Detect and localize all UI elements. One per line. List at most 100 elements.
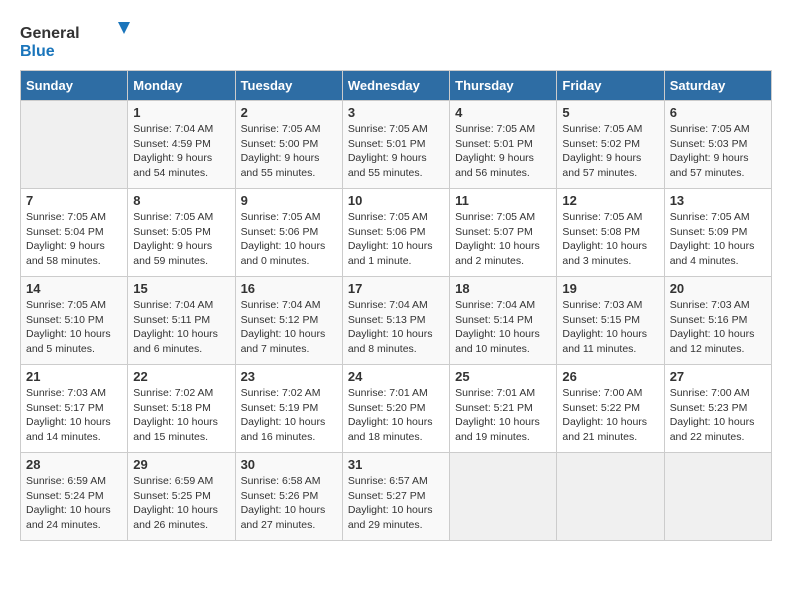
calendar-cell: 30 Sunrise: 6:58 AM Sunset: 5:26 PM Dayli…: [235, 453, 342, 541]
calendar-cell: 20 Sunrise: 7:03 AM Sunset: 5:16 PM Dayli…: [664, 277, 771, 365]
calendar-cell: [450, 453, 557, 541]
weekday-header-friday: Friday: [557, 71, 664, 101]
day-number: 17: [348, 281, 444, 296]
calendar-cell: 11 Sunrise: 7:05 AM Sunset: 5:07 PM Dayli…: [450, 189, 557, 277]
day-info: Sunrise: 7:04 AM Sunset: 5:13 PM Dayligh…: [348, 298, 444, 357]
day-number: 23: [241, 369, 337, 384]
calendar-cell: 13 Sunrise: 7:05 AM Sunset: 5:09 PM Dayli…: [664, 189, 771, 277]
weekday-header-tuesday: Tuesday: [235, 71, 342, 101]
day-number: 19: [562, 281, 658, 296]
weekday-header-wednesday: Wednesday: [342, 71, 449, 101]
calendar-cell: 25Sunrise: 7:01 AM Sunset: 5:21 PM Dayli…: [450, 365, 557, 453]
day-number: 13: [670, 193, 766, 208]
day-info: Sunrise: 7:04 AM Sunset: 5:11 PM Dayligh…: [133, 298, 229, 357]
calendar-cell: 2Sunrise: 7:05 AM Sunset: 5:00 PM Daylig…: [235, 101, 342, 189]
day-info: Sunrise: 7:04 AM Sunset: 5:14 PM Dayligh…: [455, 298, 551, 357]
calendar-cell: 16 Sunrise: 7:04 AM Sunset: 5:12 PM Dayli…: [235, 277, 342, 365]
day-info: Sunrise: 7:03 AM Sunset: 5:15 PM Dayligh…: [562, 298, 658, 357]
day-info: Sunrise: 7:05 AM Sunset: 5:01 PM Dayligh…: [455, 122, 551, 181]
calendar-table: SundayMondayTuesdayWednesdayThursdayFrid…: [20, 70, 772, 541]
day-number: 27: [670, 369, 766, 384]
calendar-cell: [21, 101, 128, 189]
day-info: Sunrise: 7:05 AM Sunset: 5:06 PM Dayligh…: [241, 210, 337, 269]
logo-svg: General Blue: [20, 20, 140, 60]
day-info: Sunrise: 7:02 AM Sunset: 5:18 PM Dayligh…: [133, 386, 229, 445]
weekday-header-row: SundayMondayTuesdayWednesdayThursdayFrid…: [21, 71, 772, 101]
week-row-3: 14 Sunrise: 7:05 AM Sunset: 5:10 PM Dayli…: [21, 277, 772, 365]
day-number: 9: [241, 193, 337, 208]
day-info: Sunrise: 7:05 AM Sunset: 5:09 PM Dayligh…: [670, 210, 766, 269]
day-info: Sunrise: 7:05 AM Sunset: 5:04 PM Dayligh…: [26, 210, 122, 269]
calendar-cell: 23 Sunrise: 7:02 AM Sunset: 5:19 PM Dayli…: [235, 365, 342, 453]
day-info: Sunrise: 7:02 AM Sunset: 5:19 PM Dayligh…: [241, 386, 337, 445]
svg-text:Blue: Blue: [20, 43, 55, 60]
day-info: Sunrise: 6:57 AM Sunset: 5:27 PM Dayligh…: [348, 474, 444, 533]
day-number: 12: [562, 193, 658, 208]
day-number: 7: [26, 193, 122, 208]
day-number: 21: [26, 369, 122, 384]
day-number: 18: [455, 281, 551, 296]
day-number: 8: [133, 193, 229, 208]
day-number: 1: [133, 105, 229, 120]
week-row-2: 7 Sunrise: 7:05 AM Sunset: 5:04 PM Daylig…: [21, 189, 772, 277]
day-number: 26: [562, 369, 658, 384]
week-row-1: 1 Sunrise: 7:04 AM Sunset: 4:59 PM Daylig…: [21, 101, 772, 189]
calendar-cell: 12 Sunrise: 7:05 AM Sunset: 5:08 PM Dayli…: [557, 189, 664, 277]
day-info: Sunrise: 7:05 AM Sunset: 5:03 PM Dayligh…: [670, 122, 766, 181]
calendar-cell: 19 Sunrise: 7:03 AM Sunset: 5:15 PM Dayli…: [557, 277, 664, 365]
day-info: Sunrise: 7:05 AM Sunset: 5:05 PM Dayligh…: [133, 210, 229, 269]
logo: General Blue: [20, 20, 140, 60]
day-info: Sunrise: 7:00 AM Sunset: 5:23 PM Dayligh…: [670, 386, 766, 445]
day-number: 29: [133, 457, 229, 472]
weekday-header-thursday: Thursday: [450, 71, 557, 101]
day-number: 3: [348, 105, 444, 120]
day-info: Sunrise: 7:04 AM Sunset: 5:12 PM Dayligh…: [241, 298, 337, 357]
day-number: 5: [562, 105, 658, 120]
calendar-cell: 24Sunrise: 7:01 AM Sunset: 5:20 PM Dayli…: [342, 365, 449, 453]
day-number: 11: [455, 193, 551, 208]
calendar-cell: 3 Sunrise: 7:05 AM Sunset: 5:01 PM Daylig…: [342, 101, 449, 189]
day-number: 22: [133, 369, 229, 384]
day-number: 16: [241, 281, 337, 296]
day-info: Sunrise: 7:05 AM Sunset: 5:08 PM Dayligh…: [562, 210, 658, 269]
week-row-5: 28Sunrise: 6:59 AM Sunset: 5:24 PM Dayli…: [21, 453, 772, 541]
calendar-cell: 1 Sunrise: 7:04 AM Sunset: 4:59 PM Daylig…: [128, 101, 235, 189]
day-number: 31: [348, 457, 444, 472]
day-info: Sunrise: 7:05 AM Sunset: 5:07 PM Dayligh…: [455, 210, 551, 269]
calendar-cell: [664, 453, 771, 541]
day-info: Sunrise: 7:03 AM Sunset: 5:16 PM Dayligh…: [670, 298, 766, 357]
calendar-cell: 7 Sunrise: 7:05 AM Sunset: 5:04 PM Daylig…: [21, 189, 128, 277]
day-info: Sunrise: 7:05 AM Sunset: 5:01 PM Dayligh…: [348, 122, 444, 181]
header: General Blue: [20, 20, 772, 60]
day-info: Sunrise: 6:58 AM Sunset: 5:26 PM Dayligh…: [241, 474, 337, 533]
calendar-cell: 9 Sunrise: 7:05 AM Sunset: 5:06 PM Daylig…: [235, 189, 342, 277]
calendar-cell: 31 Sunrise: 6:57 AM Sunset: 5:27 PM Dayli…: [342, 453, 449, 541]
day-info: Sunrise: 7:03 AM Sunset: 5:17 PM Dayligh…: [26, 386, 122, 445]
day-info: Sunrise: 7:05 AM Sunset: 5:10 PM Dayligh…: [26, 298, 122, 357]
calendar-cell: 18 Sunrise: 7:04 AM Sunset: 5:14 PM Dayli…: [450, 277, 557, 365]
calendar-cell: 4 Sunrise: 7:05 AM Sunset: 5:01 PM Daylig…: [450, 101, 557, 189]
calendar-cell: 10Sunrise: 7:05 AM Sunset: 5:06 PM Dayli…: [342, 189, 449, 277]
calendar-cell: 6Sunrise: 7:05 AM Sunset: 5:03 PM Daylig…: [664, 101, 771, 189]
calendar-cell: 8 Sunrise: 7:05 AM Sunset: 5:05 PM Daylig…: [128, 189, 235, 277]
day-number: 25: [455, 369, 551, 384]
weekday-header-saturday: Saturday: [664, 71, 771, 101]
calendar-cell: 26Sunrise: 7:00 AM Sunset: 5:22 PM Dayli…: [557, 365, 664, 453]
calendar-cell: 14 Sunrise: 7:05 AM Sunset: 5:10 PM Dayli…: [21, 277, 128, 365]
weekday-header-sunday: Sunday: [21, 71, 128, 101]
day-number: 14: [26, 281, 122, 296]
day-info: Sunrise: 7:01 AM Sunset: 5:20 PM Dayligh…: [348, 386, 444, 445]
day-info: Sunrise: 7:04 AM Sunset: 4:59 PM Dayligh…: [133, 122, 229, 181]
day-number: 30: [241, 457, 337, 472]
calendar-cell: 15 Sunrise: 7:04 AM Sunset: 5:11 PM Dayli…: [128, 277, 235, 365]
calendar-cell: 29Sunrise: 6:59 AM Sunset: 5:25 PM Dayli…: [128, 453, 235, 541]
calendar-cell: 27 Sunrise: 7:00 AM Sunset: 5:23 PM Dayli…: [664, 365, 771, 453]
svg-text:General: General: [20, 25, 80, 42]
day-number: 4: [455, 105, 551, 120]
calendar-cell: 22 Sunrise: 7:02 AM Sunset: 5:18 PM Dayli…: [128, 365, 235, 453]
day-number: 15: [133, 281, 229, 296]
day-number: 20: [670, 281, 766, 296]
day-info: Sunrise: 7:05 AM Sunset: 5:00 PM Dayligh…: [241, 122, 337, 181]
calendar-cell: 21 Sunrise: 7:03 AM Sunset: 5:17 PM Dayli…: [21, 365, 128, 453]
day-number: 28: [26, 457, 122, 472]
